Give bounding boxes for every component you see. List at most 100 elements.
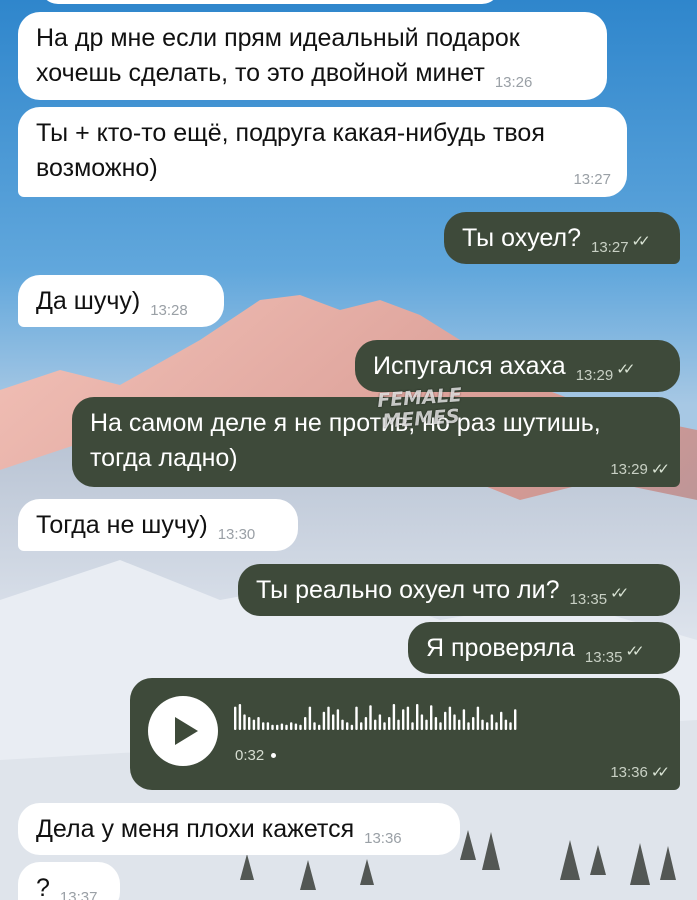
message-text: Да шучу)	[36, 287, 141, 315]
message-incoming[interactable]: ? 13:37	[18, 862, 120, 900]
message-time: 13:27	[573, 171, 611, 188]
message-time: 13:37	[59, 889, 98, 900]
waveform-bar	[248, 717, 251, 730]
read-checkmarks-icon: ✓✓	[625, 643, 644, 660]
read-checkmarks-icon: ✓✓	[616, 361, 635, 378]
message-incoming[interactable]: На др мне если прям идеальный подарок хо…	[18, 12, 607, 100]
voice-message[interactable]: 0:32 13:36 ✓✓	[130, 678, 680, 790]
waveform-bar	[514, 709, 517, 730]
waveform-bar	[495, 722, 498, 730]
message-time: 13:27	[591, 239, 629, 256]
message-outgoing[interactable]: Ты охуел? 13:27 ✓✓	[444, 212, 680, 264]
play-icon	[175, 717, 198, 745]
waveform-bar	[458, 719, 461, 730]
waveform-bar	[369, 705, 372, 730]
read-checkmarks-icon: ✓✓	[650, 764, 670, 781]
waveform-bar	[364, 717, 368, 730]
waveform-bar	[262, 722, 265, 730]
message-list[interactable]: На др мне если прям идеальный подарок хо…	[0, 0, 697, 900]
waveform-bar	[500, 711, 503, 730]
message-text: Ты реально охуел что ли?	[256, 576, 560, 604]
waveform-bar	[388, 717, 391, 730]
message-incoming[interactable]: Ты + кто-то ещё, подруга какая-нибудь тв…	[18, 107, 627, 197]
waveform-bar	[290, 722, 293, 730]
waveform-bar	[257, 717, 260, 730]
message-text-line: хочешь сделать, то это двойной минет	[36, 59, 485, 87]
waveform-bar	[476, 706, 480, 730]
waveform-bar	[434, 717, 438, 730]
waveform-bar	[425, 719, 428, 730]
read-checkmarks-icon: ✓✓	[610, 585, 629, 602]
waveform-bar	[453, 714, 456, 730]
watermark-logo: FEMALE MEMES	[376, 384, 463, 433]
read-checkmarks-icon: ✓✓	[631, 233, 651, 250]
message-time: 13:29	[575, 367, 614, 384]
waveform-bar	[420, 714, 424, 730]
message-text: ?	[36, 874, 50, 900]
waveform-bar	[271, 724, 274, 730]
waveform-bar	[336, 709, 340, 730]
waveform-bar	[318, 724, 321, 730]
waveform-bar	[285, 724, 288, 730]
waveform-bar	[504, 719, 508, 730]
waveform-bar	[332, 714, 335, 730]
voice-duration: 0:32	[235, 738, 277, 773]
waveform-bar	[280, 723, 284, 730]
waveform-bar	[341, 719, 344, 730]
message-text: Тогда не шучу)	[36, 511, 208, 539]
message-outgoing[interactable]: Ты реально охуел что ли? 13:35 ✓✓	[238, 564, 680, 616]
waveform-bar	[467, 722, 470, 730]
message-incoming[interactable]: Да шучу) 13:28	[18, 275, 224, 327]
waveform-bar	[327, 706, 330, 730]
message-outgoing[interactable]: Я проверяла 13:35 ✓✓	[408, 622, 680, 674]
waveform-bar	[234, 706, 237, 730]
waveform-bar	[350, 724, 354, 730]
waveform-bar	[416, 704, 419, 730]
message-incoming[interactable]: Дела у меня плохи кажется 13:36	[18, 803, 460, 855]
message-outgoing[interactable]: Испугался ахаха 13:29 ✓✓	[355, 340, 680, 392]
waveform-bar	[346, 722, 349, 730]
waveform-bar	[392, 704, 396, 730]
message-text: Дела у меня плохи кажется	[36, 815, 355, 843]
waveform-bar	[308, 706, 312, 730]
waveform-bar	[276, 724, 279, 730]
waveform-bar	[322, 711, 326, 730]
waveform-bar	[252, 719, 256, 730]
waveform-bar	[439, 722, 442, 730]
waveform-bar	[266, 722, 270, 730]
message-time: 13:35	[569, 591, 608, 608]
waveform-bar	[509, 722, 512, 730]
message-time: 13:35	[584, 649, 623, 666]
waveform-bar	[448, 706, 452, 730]
message-text: Испугался ахаха	[373, 352, 566, 380]
message-time: 13:29 ✓✓	[610, 461, 670, 478]
play-button[interactable]	[148, 696, 218, 766]
message-text-line: возможно)	[36, 154, 158, 182]
waveform-bar	[378, 714, 382, 730]
waveform-bar	[294, 723, 298, 730]
waveform-bar	[490, 714, 494, 730]
waveform-bar	[313, 722, 316, 730]
waveform-bar	[486, 722, 489, 730]
waveform-bar	[374, 719, 377, 730]
message-text: Ты охуел?	[462, 224, 581, 252]
message-time: 13:30	[217, 526, 256, 543]
waveform-bar	[481, 719, 484, 730]
message-incoming[interactable]: Тогда не шучу) 13:30	[18, 499, 298, 551]
message-time: 13:26	[494, 74, 533, 91]
waveform-bar	[360, 722, 363, 730]
message-outgoing[interactable]: На самом деле я не против, но раз шутишь…	[72, 397, 680, 487]
message-text: Я проверяла	[426, 634, 575, 662]
voice-waveform[interactable]	[234, 702, 654, 732]
waveform-bar	[383, 722, 386, 730]
waveform-bar	[472, 717, 475, 730]
message-time: 13:36 ✓✓	[610, 764, 670, 781]
message-text-line: тогда ладно)	[90, 444, 238, 472]
previous-message-edge	[40, 0, 500, 4]
waveform-bar	[406, 706, 410, 730]
waveform-bar	[430, 705, 433, 730]
unplayed-dot	[271, 753, 277, 758]
waveform-bar	[462, 709, 466, 730]
waveform-bar	[402, 709, 405, 730]
message-text-line: На др мне если прям идеальный подарок	[36, 24, 520, 52]
